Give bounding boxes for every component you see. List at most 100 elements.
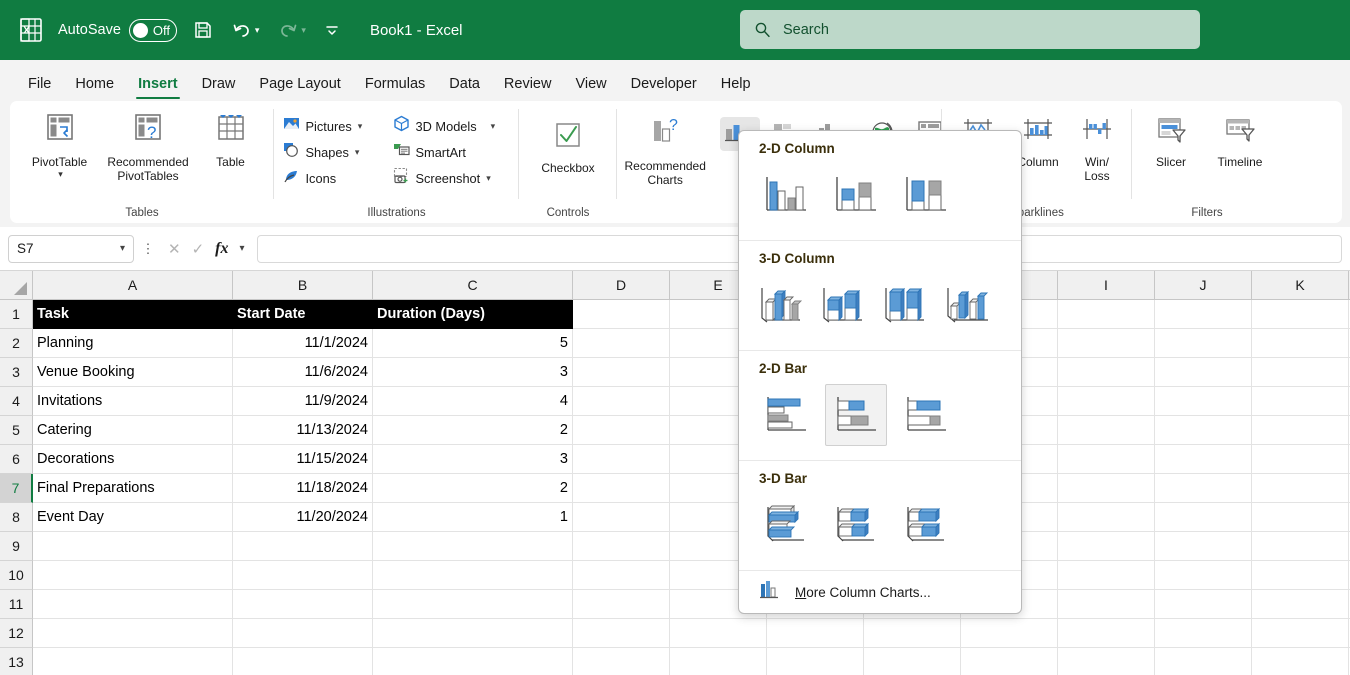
3d-models-button[interactable]: 3D Models ▾ (388, 113, 516, 139)
tab-view[interactable]: View (563, 76, 618, 99)
recommended-charts-button[interactable]: ? Recommended Charts (610, 107, 720, 187)
cell-d11[interactable] (573, 590, 670, 619)
cell-b11[interactable] (233, 590, 373, 619)
cell-k2[interactable] (1252, 329, 1349, 358)
cell-b5[interactable]: 11/13/2024 (233, 416, 373, 445)
cell-a12[interactable] (33, 619, 233, 648)
search-input[interactable]: Search (783, 22, 829, 38)
cell-c13[interactable] (373, 648, 573, 675)
cell-c5[interactable]: 2 (373, 416, 573, 445)
cell-d2[interactable] (573, 329, 670, 358)
cell-b3[interactable]: 11/6/2024 (233, 358, 373, 387)
cell-c2[interactable]: 5 (373, 329, 573, 358)
cell-j8[interactable] (1155, 503, 1252, 532)
pivottable-button[interactable]: PivotTable ▾ (24, 107, 96, 180)
cell-c6[interactable]: 3 (373, 445, 573, 474)
cell-i13[interactable] (1058, 648, 1155, 675)
cell-k7[interactable] (1252, 474, 1349, 503)
cell-b4[interactable]: 11/9/2024 (233, 387, 373, 416)
tab-file[interactable]: File (16, 76, 63, 99)
tab-data[interactable]: Data (437, 76, 492, 99)
cell-i7[interactable] (1058, 474, 1155, 503)
cell-b7[interactable]: 11/18/2024 (233, 474, 373, 503)
cell-g12[interactable] (864, 619, 961, 648)
cell-c9[interactable] (373, 532, 573, 561)
column-header-a[interactable]: A (33, 271, 233, 300)
cell-c4[interactable]: 4 (373, 387, 573, 416)
cell-d10[interactable] (573, 561, 670, 590)
cell-j13[interactable] (1155, 648, 1252, 675)
cell-d3[interactable] (573, 358, 670, 387)
cell-d4[interactable] (573, 387, 670, 416)
cell-k8[interactable] (1252, 503, 1349, 532)
cell-k11[interactable] (1252, 590, 1349, 619)
cell-a1[interactable]: Task (33, 300, 233, 329)
row-header-8[interactable]: 8 (0, 503, 33, 532)
row-header-7[interactable]: 7 (0, 474, 33, 503)
shapes-button[interactable]: Shapes ▾ (278, 139, 388, 165)
3d-models-caret-icon[interactable]: ▾ (491, 121, 496, 132)
cell-j10[interactable] (1155, 561, 1252, 590)
cell-c11[interactable] (373, 590, 573, 619)
row-header-4[interactable]: 4 (0, 387, 33, 416)
cell-e13[interactable] (670, 648, 767, 675)
smartart-button[interactable]: SmartArt (388, 139, 516, 165)
cell-a7[interactable]: Final Preparations (33, 474, 233, 503)
cell-c3[interactable]: 3 (373, 358, 573, 387)
cell-b12[interactable] (233, 619, 373, 648)
column-header-b[interactable]: B (233, 271, 373, 300)
row-header-3[interactable]: 3 (0, 358, 33, 387)
cell-a2[interactable]: Planning (33, 329, 233, 358)
cell-d12[interactable] (573, 619, 670, 648)
stacked-bar-icon[interactable] (825, 384, 887, 446)
timeline-button[interactable]: Timeline (1204, 107, 1276, 169)
cell-h12[interactable] (961, 619, 1058, 648)
cell-b9[interactable] (233, 532, 373, 561)
icons-button[interactable]: Icons (278, 165, 388, 191)
3d-100-percent-stacked-bar-icon[interactable] (895, 494, 957, 556)
row-header-11[interactable]: 11 (0, 590, 33, 619)
tab-developer[interactable]: Developer (619, 76, 709, 99)
cell-d6[interactable] (573, 445, 670, 474)
row-header-1[interactable]: 1 (0, 300, 33, 329)
row-header-10[interactable]: 10 (0, 561, 33, 590)
name-box-chevron-down-icon[interactable]: ▾ (120, 243, 125, 254)
cell-d5[interactable] (573, 416, 670, 445)
row-header-13[interactable]: 13 (0, 648, 33, 675)
cell-d13[interactable] (573, 648, 670, 675)
cell-i9[interactable] (1058, 532, 1155, 561)
insert-function-icon[interactable]: fx (215, 240, 228, 258)
tab-help[interactable]: Help (709, 76, 763, 99)
tab-page-layout[interactable]: Page Layout (247, 76, 352, 99)
cell-j2[interactable] (1155, 329, 1252, 358)
cell-c1[interactable]: Duration (Days) (373, 300, 573, 329)
cell-a5[interactable]: Catering (33, 416, 233, 445)
slicer-button[interactable]: Slicer (1138, 107, 1204, 169)
cell-i2[interactable] (1058, 329, 1155, 358)
cell-i5[interactable] (1058, 416, 1155, 445)
cell-i11[interactable] (1058, 590, 1155, 619)
undo-icon[interactable]: ▾ (225, 13, 266, 47)
cell-d9[interactable] (573, 532, 670, 561)
row-header-2[interactable]: 2 (0, 329, 33, 358)
cell-i1[interactable] (1058, 300, 1155, 329)
cell-b1[interactable]: Start Date (233, 300, 373, 329)
cell-k4[interactable] (1252, 387, 1349, 416)
select-all-corner[interactable] (0, 271, 33, 300)
cell-b6[interactable]: 11/15/2024 (233, 445, 373, 474)
cell-k9[interactable] (1252, 532, 1349, 561)
cell-a8[interactable]: Event Day (33, 503, 233, 532)
cell-j7[interactable] (1155, 474, 1252, 503)
pivottable-caret-icon[interactable]: ▾ (58, 169, 63, 180)
formula-bar-options-icon[interactable]: ⋮ (140, 245, 156, 252)
name-box[interactable]: S7 ▾ (8, 235, 134, 263)
save-icon[interactable] (187, 13, 219, 47)
cell-i12[interactable] (1058, 619, 1155, 648)
cell-j3[interactable] (1155, 358, 1252, 387)
cell-j11[interactable] (1155, 590, 1252, 619)
cell-i10[interactable] (1058, 561, 1155, 590)
row-header-6[interactable]: 6 (0, 445, 33, 474)
tab-formulas[interactable]: Formulas (353, 76, 437, 99)
3d-stacked-column-icon[interactable] (815, 274, 871, 336)
cell-i6[interactable] (1058, 445, 1155, 474)
